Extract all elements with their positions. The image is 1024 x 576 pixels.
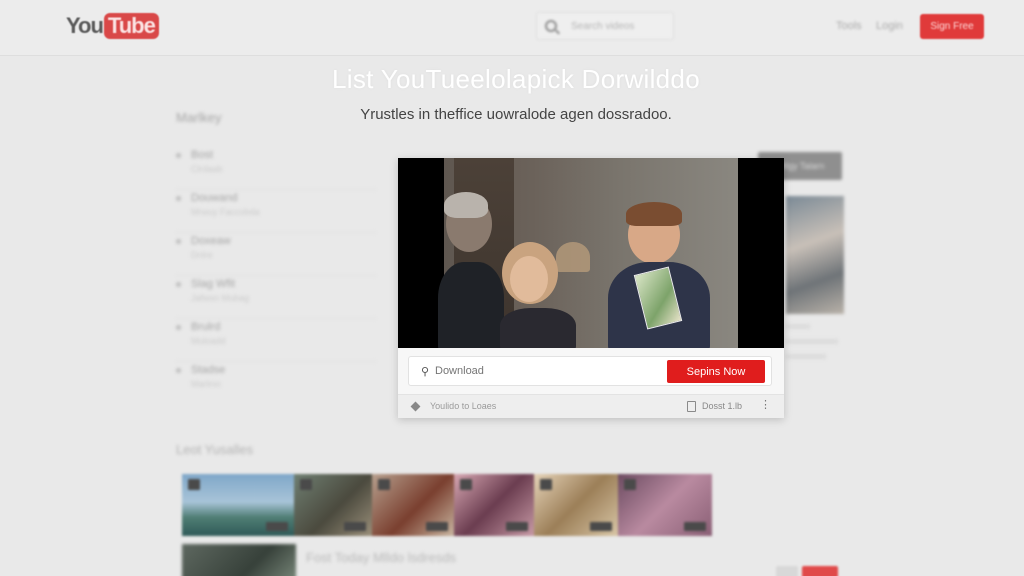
bullet-icon: [176, 282, 181, 287]
bullet-icon: [176, 153, 181, 158]
right-panel-text-line: [786, 354, 826, 359]
page-subtitle: Yrustles in theffice uowralode agen doss…: [360, 106, 672, 123]
sidebar-item-label: Douwand: [191, 192, 238, 204]
logo-text: You: [66, 13, 104, 38]
bullet-icon: [176, 196, 181, 201]
footer-right-text: Dosst 1.lb: [702, 401, 743, 411]
duration-badge: [426, 522, 448, 531]
video-thumbnail[interactable]: [372, 474, 454, 536]
video-player[interactable]: [398, 158, 784, 348]
bullet-icon: [176, 325, 181, 330]
corner-control[interactable]: [776, 566, 798, 576]
download-modal: ⚲ Sepins Now Youlido to Loaes Dosst 1.lb…: [398, 158, 784, 418]
play-badge-icon: [300, 479, 312, 490]
search-placeholder: Search videos: [571, 20, 635, 32]
page-title: List YouTueelolapick Dorwilddo: [332, 64, 700, 94]
sidebar-item[interactable]: Stadse Marlmn: [176, 362, 376, 405]
right-panel-text-line: [786, 339, 838, 344]
gallery-row-2: Fost Today Mlldo lsdresds: [182, 544, 712, 576]
video-thumbnail[interactable]: [454, 474, 534, 536]
sidebar-item[interactable]: Douwand Mrwuy Faccobda: [176, 190, 376, 233]
more-options-icon[interactable]: ⋮: [760, 400, 771, 411]
video-lamp-shape: [556, 242, 590, 272]
sidebar: Marlkey Bost Clrdaab Douwand Mrwuy Facco…: [176, 110, 376, 405]
sidebar-item-label: Bost: [191, 149, 214, 161]
sidebar-heading: Marlkey: [176, 110, 222, 125]
sidebar-item[interactable]: Bost Clrdaab: [176, 147, 376, 190]
duration-badge: [344, 522, 366, 531]
video-thumbnail[interactable]: [294, 474, 372, 536]
duration-badge: [506, 522, 528, 531]
video-person-hair: [626, 202, 682, 226]
sidebar-item-meta: Marlmn: [191, 379, 222, 389]
video-person-hair: [444, 192, 488, 218]
footer-left-text[interactable]: Youlido to Loaes: [430, 401, 496, 411]
gallery-heading: Leot Yusalles: [176, 442, 254, 457]
play-badge-icon: [188, 479, 200, 490]
download-row: ⚲ Sepins Now: [408, 356, 772, 386]
sidebar-item-meta: Mrwuy Faccobda: [191, 207, 260, 217]
sidebar-item[interactable]: Brulrd Muloadd: [176, 319, 376, 362]
modal-footer: Youlido to Loaes Dosst 1.lb ⋮: [398, 394, 784, 418]
sidebar-item-label: Doxeaw: [191, 235, 231, 247]
sidebar-item[interactable]: Slag Wfit Jafwsn Mubag: [176, 276, 376, 319]
top-bar: You Tube Search videos Tools Login Sign …: [0, 0, 1024, 56]
sidebar-item[interactable]: Doxeaw Dnlre: [176, 233, 376, 276]
duration-badge: [684, 522, 706, 531]
play-badge-icon: [624, 479, 636, 490]
diamond-icon: [410, 401, 421, 412]
nav-link-login[interactable]: Login: [876, 20, 903, 32]
gallery-item-title[interactable]: Fost Today Mlldo lsdresds: [306, 550, 456, 565]
sidebar-item-meta: Dnlre: [191, 250, 213, 260]
sidebar-item-meta: Jafwsn Mubag: [191, 293, 250, 303]
duration-badge: [266, 522, 288, 531]
start-download-button[interactable]: Sepins Now: [667, 360, 765, 383]
thumbnail-strip: [182, 474, 712, 536]
sidebar-item-label: Slag Wfit: [191, 278, 236, 290]
video-thumbnail[interactable]: [182, 544, 296, 576]
video-thumbnail[interactable]: [182, 474, 294, 536]
download-url-input[interactable]: [435, 357, 655, 385]
video-person-body: [438, 262, 504, 348]
video-person-body: [500, 308, 576, 348]
play-badge-icon: [460, 479, 472, 490]
sidebar-item-label: Brulrd: [191, 321, 221, 333]
sidebar-item-label: Stadse: [191, 364, 226, 376]
video-thumbnail[interactable]: [534, 474, 618, 536]
duration-badge: [590, 522, 612, 531]
corner-action-button[interactable]: [802, 566, 838, 576]
nav-link-tools[interactable]: Tools: [836, 20, 862, 32]
sidebar-item-meta: Muloadd: [191, 336, 226, 346]
logo-box: Tube: [103, 13, 159, 39]
play-badge-icon: [378, 479, 390, 490]
play-badge-icon: [540, 479, 552, 490]
link-icon: ⚲: [421, 366, 430, 378]
sidebar-item-meta: Clrdaab: [191, 164, 223, 174]
video-thumbnail[interactable]: [618, 474, 712, 536]
video-frame: [438, 158, 738, 348]
bullet-icon: [176, 239, 181, 244]
search-icon: [545, 20, 557, 32]
logo[interactable]: You Tube: [66, 12, 159, 40]
file-icon: [687, 401, 696, 412]
bullet-icon: [176, 368, 181, 373]
right-panel-text-line: [786, 324, 810, 329]
video-person-face: [510, 256, 548, 302]
right-panel-thumbnail[interactable]: [786, 196, 844, 314]
search-bar[interactable]: Search videos: [536, 12, 674, 40]
signup-button[interactable]: Sign Free: [920, 14, 984, 39]
